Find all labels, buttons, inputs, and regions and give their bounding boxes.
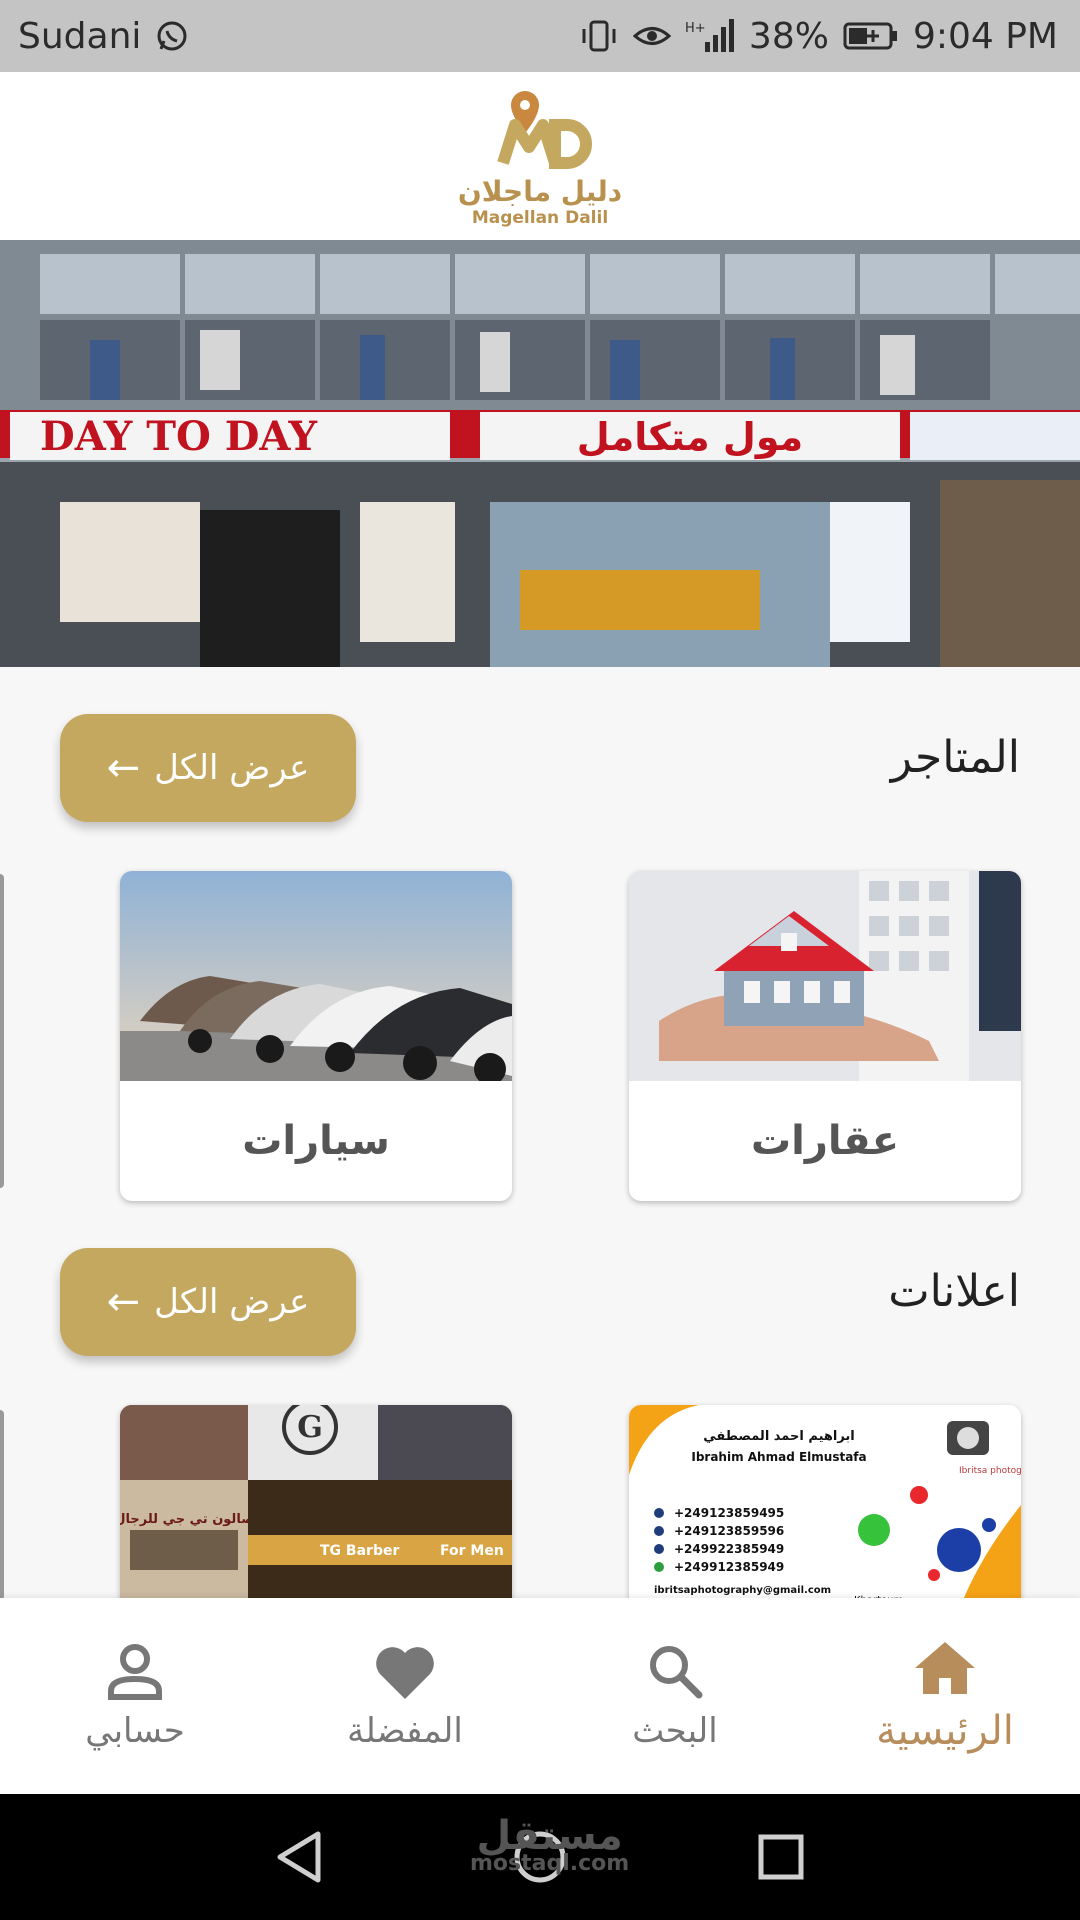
ad-card-photography[interactable]: ابراهيم احمد المصطفي Ibrahim Ahmad Elmus… [629, 1405, 1021, 1605]
ad-phone-1: +249123859495 [674, 1506, 784, 1520]
svg-text:H+: H+ [685, 21, 706, 36]
ad-card-barber[interactable]: G صالون تي جي للرجال TG Barber For Men [120, 1405, 512, 1605]
sign-en-text: DAY TO DAY [40, 413, 317, 460]
app-header: دليل ماجلان Magellan Dalil [0, 72, 1080, 240]
nav-home[interactable]: الرئيسية [810, 1598, 1080, 1794]
barber-ad-image: G صالون تي جي للرجال TG Barber For Men [120, 1405, 512, 1605]
view-all-label: عرض الكل [154, 1282, 310, 1322]
arrow-left-icon: ← [106, 745, 141, 791]
logo-text-en: Magellan Dalil [471, 207, 609, 228]
real-estate-label: عقارات [750, 1118, 900, 1164]
ad-name-en: Ibrahim Ahmad Elmustafa [691, 1450, 866, 1464]
ad-edge-partial [0, 1410, 4, 1600]
photography-ad-image: ابراهيم احمد المصطفي Ibrahim Ahmad Elmus… [629, 1405, 1021, 1605]
clock: 9:04 PM [912, 15, 1058, 57]
logo-mark-icon [497, 90, 592, 169]
nav-home-label: الرئيسية [876, 1708, 1014, 1754]
cars-label: سيارات [242, 1118, 390, 1164]
ad-phone-3: +249922385949 [674, 1542, 784, 1556]
back-icon[interactable] [274, 1830, 324, 1884]
nav-search-label: البحث [632, 1711, 718, 1751]
home-icon [915, 1642, 975, 1694]
stores-section-header: المتاجر ← عرض الكل [0, 714, 1080, 824]
nav-account[interactable]: حسابي [0, 1598, 270, 1794]
card-edge-partial [0, 874, 4, 1188]
app-logo: دليل ماجلان Magellan Dalil [458, 85, 622, 228]
real-estate-image [629, 871, 1021, 1081]
nav-account-label: حسابي [85, 1711, 185, 1751]
vibrate-icon [582, 20, 616, 52]
cars-image [120, 871, 512, 1081]
tg-barber-text: TG Barber [320, 1543, 399, 1559]
ad-name-ar: ابراهيم احمد المصطفي [703, 1429, 855, 1444]
watermark-en: mostaql.com [470, 1851, 630, 1876]
status-bar: Sudani H+ 38% 9:04 PM [0, 0, 1080, 72]
ad-email: ibritsaphotography@gmail.com [654, 1585, 831, 1596]
watermark: مستقل mostaql.com [470, 1816, 630, 1876]
bottom-nav: الرئيسية البحث المفضلة حسابي [0, 1598, 1080, 1794]
ad-phone-2: +249123859596 [674, 1524, 784, 1538]
hero-banner[interactable]: DAY TO DAY مول متكامل [0, 240, 1080, 667]
carrier-label: Sudani [18, 15, 142, 57]
ads-section-header: اعلانات ← عرض الكل [0, 1248, 1080, 1358]
user-icon [108, 1644, 162, 1700]
category-card-cars[interactable]: سيارات [120, 871, 512, 1201]
stores-title: المتاجر [890, 732, 1020, 783]
search-icon [650, 1646, 703, 1699]
ad-brand: Ibritsa photography [959, 1466, 1021, 1476]
tg-letter: G [297, 1410, 323, 1445]
arrow-left-icon: ← [106, 1279, 141, 1325]
barber-sign-ar: صالون تي جي للرجال [120, 1512, 254, 1527]
battery-percent: 38% [748, 15, 829, 57]
ad-phone-4: +249912385949 [674, 1560, 784, 1574]
nav-favorites[interactable]: المفضلة [270, 1598, 540, 1794]
whatsapp-icon [157, 21, 187, 51]
logo-text-ar: دليل ماجلان [457, 174, 623, 208]
ads-view-all-button[interactable]: ← عرض الكل [60, 1248, 356, 1356]
heart-icon [376, 1647, 434, 1699]
recents-icon[interactable] [756, 1832, 806, 1882]
nav-favorites-label: المفضلة [347, 1711, 463, 1751]
nav-search[interactable]: البحث [540, 1598, 810, 1794]
ads-title: اعلانات [888, 1266, 1020, 1317]
sign-ar-text: مول متكامل [577, 415, 803, 459]
eye-icon [632, 27, 671, 45]
category-card-real-estate[interactable]: عقارات [629, 871, 1021, 1201]
stores-view-all-button[interactable]: ← عرض الكل [60, 714, 356, 822]
hero-storefront-image: DAY TO DAY مول متكامل [0, 240, 1080, 667]
battery-icon [843, 22, 897, 50]
for-men-text: For Men [440, 1543, 504, 1559]
view-all-label: عرض الكل [154, 748, 310, 788]
signal-icon: H+ [685, 19, 734, 52]
